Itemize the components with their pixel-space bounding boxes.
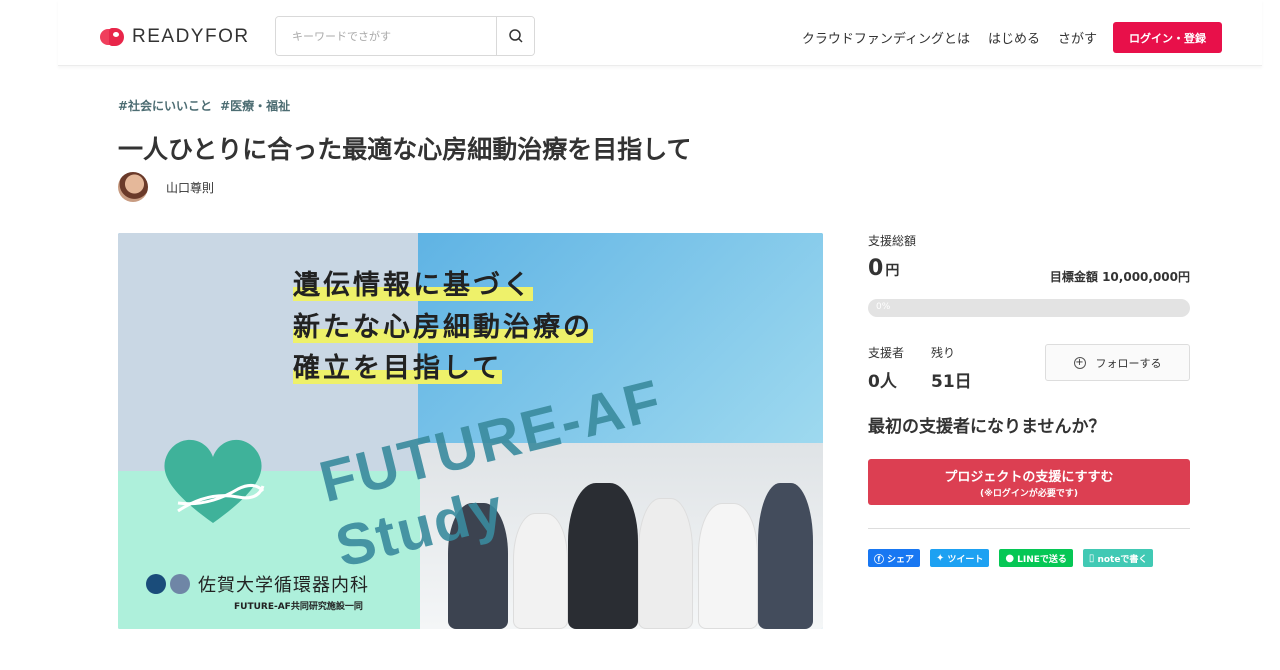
remaining-stat: 残り 51日 <box>931 344 972 392</box>
total-support-label: 支援総額 <box>868 234 917 248</box>
line-share-button[interactable]: ● LINEで送る <box>999 549 1073 567</box>
tag-medical-welfare[interactable]: #医療・福祉 <box>220 99 290 113</box>
hero-department: 佐賀大学循環器内科 <box>146 571 369 597</box>
follow-button[interactable]: + フォローする <box>1045 344 1190 381</box>
share-buttons: ⓕ シェア ✦ ツイート ● LINEで送る ▯ noteで書く <box>868 549 1163 567</box>
project-hero-image: 遺伝情報に基づく 新たな心房細動治療の 確立を目指して FUTURE-AF St… <box>118 233 823 629</box>
department-name: 佐賀大学循環器内科 <box>198 575 369 596</box>
saga-univ-emblem-icon <box>146 574 166 594</box>
supporters-label: 支援者 <box>868 346 905 360</box>
project-tags: #社会にいいこと #医療・福祉 <box>118 97 298 114</box>
divider <box>868 528 1190 529</box>
site-header: READYFOR クラウドファンディングとは はじめる さがす ログイン・登録 <box>58 0 1262 66</box>
nav-start[interactable]: はじめる <box>988 28 1040 47</box>
support-login-note: (※ログインが必要です) <box>980 488 1078 499</box>
support-label: プロジェクトの支援にすすむ <box>944 469 1114 485</box>
project-title: 一人ひとりに合った最適な心房細動治療を目指して <box>118 135 692 164</box>
hero-headline-2: 新たな心房細動治療の <box>293 312 593 343</box>
logo-text: READYFOR <box>132 26 250 47</box>
twitter-share-button[interactable]: ✦ ツイート <box>930 549 990 567</box>
search-button[interactable] <box>496 17 534 55</box>
supporters-count: 0人 <box>868 372 897 392</box>
remaining-label: 残り <box>931 346 956 360</box>
progress-bar: 0% <box>868 299 1190 317</box>
heart-dna-icon <box>164 439 265 523</box>
department-sub: FUTURE-AF共同研究施設一同 <box>234 602 363 612</box>
facebook-share-button[interactable]: ⓕ シェア <box>868 549 921 567</box>
tag-social-good[interactable]: #社会にいいこと <box>118 99 212 113</box>
remaining-days: 51日 <box>931 372 972 392</box>
supporters-stat: 支援者 0人 <box>868 344 904 392</box>
total-support-amount: 0円 <box>868 256 900 281</box>
main-nav: クラウドファンディングとは はじめる さがす ログイン・登録 <box>784 22 1222 53</box>
line-icon: ● <box>1005 552 1015 564</box>
search-icon <box>508 29 523 43</box>
target-amount: 目標金額 10,000,000円 <box>1049 270 1190 284</box>
owner-avatar <box>118 172 148 202</box>
facebook-icon: ⓕ <box>874 554 884 566</box>
support-project-button[interactable]: プロジェクトの支援にすすむ (※ログインが必要です) <box>868 459 1190 505</box>
search-input[interactable] <box>276 17 496 55</box>
plus-circle-icon: + <box>1073 356 1086 369</box>
readyfor-logo[interactable]: READYFOR <box>100 26 250 48</box>
login-register-button[interactable]: ログイン・登録 <box>1113 22 1222 53</box>
nav-search[interactable]: さがす <box>1058 28 1097 47</box>
note-icon: ▯ <box>1088 552 1095 564</box>
hero-headline-1: 遺伝情報に基づく <box>293 270 533 301</box>
project-owner[interactable]: 山口尊則 <box>118 172 214 202</box>
search-box <box>275 16 535 56</box>
first-supporter-prompt: 最初の支援者になりませんか？ <box>868 417 1106 437</box>
follow-label: フォローする <box>1095 356 1162 370</box>
logo-mark-icon <box>100 26 124 48</box>
department-emblem-icon <box>170 574 190 594</box>
note-share-button[interactable]: ▯ noteで書く <box>1082 549 1154 567</box>
progress-percent: 0% <box>876 302 891 312</box>
hero-headline-3: 確立を目指して <box>293 353 503 384</box>
owner-name: 山口尊則 <box>166 180 215 195</box>
twitter-icon: ✦ <box>936 552 945 564</box>
nav-about-crowdfunding[interactable]: クラウドファンディングとは <box>802 28 970 47</box>
funding-panel: 支援総額 0円 目標金額 10,000,000円 0% 支援者 0人 残り 51… <box>868 232 1190 567</box>
